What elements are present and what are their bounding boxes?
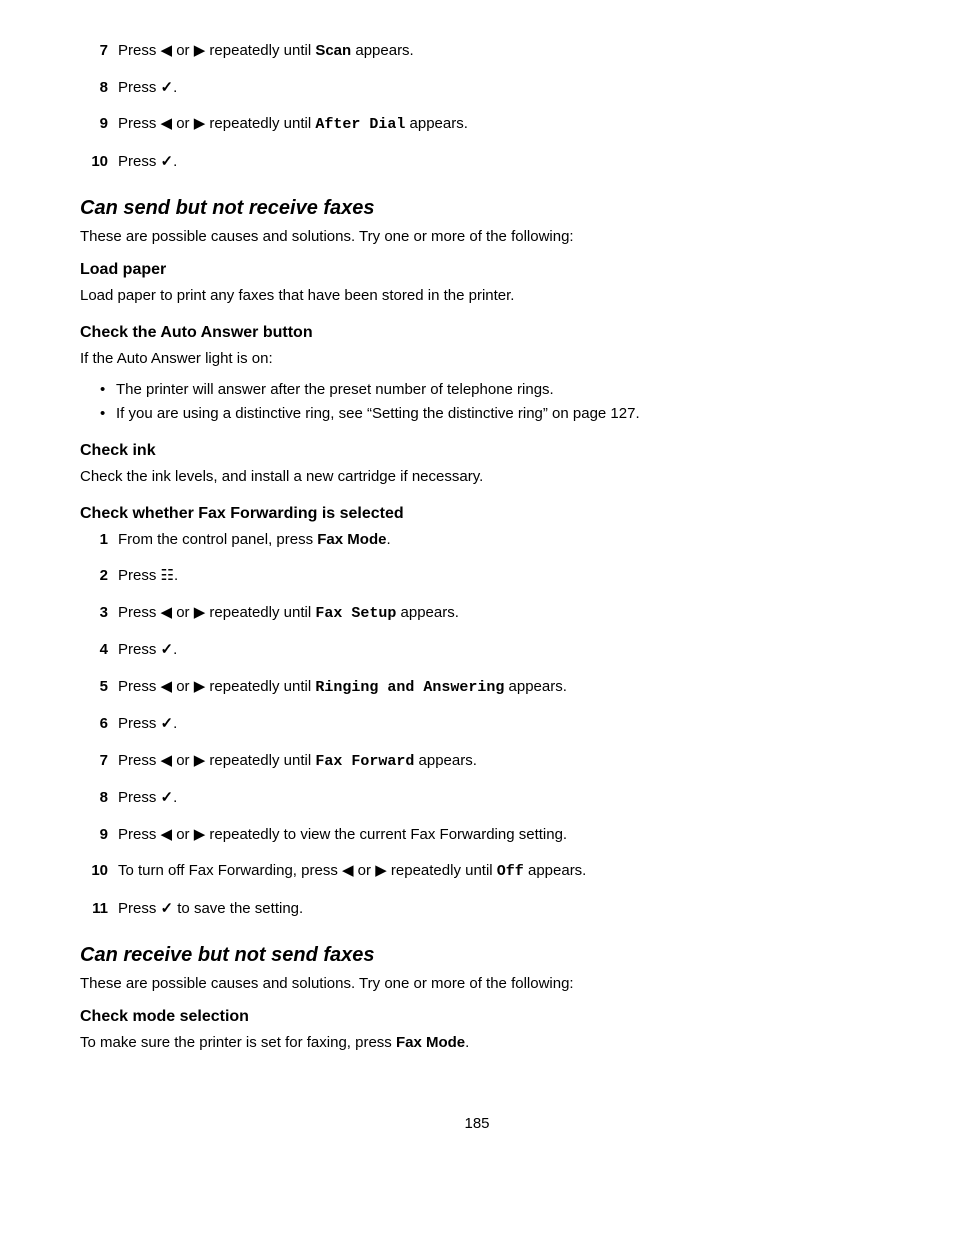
top-steps: 7 Press ◀ or ▶ repeatedly until Scan app… (80, 40, 874, 173)
subsection-check-ink-title: Check ink (80, 442, 874, 460)
ff-step-9: 9 Press ◀ or ▶ repeatedly to view the cu… (80, 824, 874, 847)
ff-step-text-6: Press ✓. (118, 713, 177, 736)
ff-step-text-5: Press ◀ or ▶ repeatedly until Ringing an… (118, 676, 567, 700)
step-num-7: 7 (80, 42, 108, 59)
step-7: 7 Press ◀ or ▶ repeatedly until Scan app… (80, 40, 874, 63)
ff-step-num-9: 9 (80, 826, 108, 843)
ff-step-num-2: 2 (80, 567, 108, 584)
subsection-load-paper-title: Load paper (80, 261, 874, 279)
fax-forward-steps: 1 From the control panel, press Fax Mode… (80, 529, 874, 921)
ff-step-8: 8 Press ✓. (80, 787, 874, 810)
subsection-auto-answer-title: Check the Auto Answer button (80, 324, 874, 342)
ff-step-text-4: Press ✓. (118, 639, 177, 662)
step-text-8: Press ✓. (118, 77, 177, 100)
section2-intro: These are possible causes and solutions.… (80, 975, 874, 992)
subsection-fax-forward-title: Check whether Fax Forwarding is selected (80, 505, 874, 523)
ff-step-num-7: 7 (80, 752, 108, 769)
ff-step-num-10: 10 (80, 862, 108, 879)
ff-step-text-10: To turn off Fax Forwarding, press ◀ or ▶… (118, 860, 586, 884)
ff-step-num-4: 4 (80, 641, 108, 658)
step-9: 9 Press ◀ or ▶ repeatedly until After Di… (80, 113, 874, 137)
ff-step-num-6: 6 (80, 715, 108, 732)
ff-step-num-5: 5 (80, 678, 108, 695)
step-text-7: Press ◀ or ▶ repeatedly until Scan appea… (118, 40, 414, 63)
step-num-8: 8 (80, 79, 108, 96)
section-cant-receive: Can send but not receive faxes These are… (80, 197, 874, 920)
step-10: 10 Press ✓. (80, 151, 874, 174)
section1-intro: These are possible causes and solutions.… (80, 228, 874, 245)
step-text-9: Press ◀ or ▶ repeatedly until After Dial… (118, 113, 468, 137)
ff-step-text-8: Press ✓. (118, 787, 177, 810)
ff-step-text-2: Press ☷. (118, 565, 178, 588)
bullet-1: The printer will answer after the preset… (100, 378, 874, 402)
page-number: 185 (464, 1115, 489, 1132)
ff-step-6: 6 Press ✓. (80, 713, 874, 736)
section1-title: Can send but not receive faxes (80, 197, 874, 220)
ff-step-text-7: Press ◀ or ▶ repeatedly until Fax Forwar… (118, 750, 477, 774)
ff-step-num-3: 3 (80, 604, 108, 621)
section-cant-send: Can receive but not send faxes These are… (80, 944, 874, 1055)
step-num-10: 10 (80, 153, 108, 170)
ff-step-3: 3 Press ◀ or ▶ repeatedly until Fax Setu… (80, 602, 874, 626)
ff-step-5: 5 Press ◀ or ▶ repeatedly until Ringing … (80, 676, 874, 700)
step-text-10: Press ✓. (118, 151, 177, 174)
ff-step-1: 1 From the control panel, press Fax Mode… (80, 529, 874, 552)
ff-step-num-8: 8 (80, 789, 108, 806)
ff-step-text-11: Press ✓ to save the setting. (118, 898, 303, 921)
page-footer: 185 (80, 1115, 874, 1132)
ff-step-text-9: Press ◀ or ▶ repeatedly to view the curr… (118, 824, 567, 847)
section2-title: Can receive but not send faxes (80, 944, 874, 967)
ff-step-7: 7 Press ◀ or ▶ repeatedly until Fax Forw… (80, 750, 874, 774)
auto-answer-bullets: The printer will answer after the preset… (100, 378, 874, 426)
ff-step-text-1: From the control panel, press Fax Mode. (118, 529, 391, 552)
bullet-2: If you are using a distinctive ring, see… (100, 402, 874, 426)
subsection-check-ink-body: Check the ink levels, and install a new … (80, 466, 874, 489)
subsection-check-mode-title: Check mode selection (80, 1008, 874, 1026)
ff-step-num-11: 11 (80, 900, 108, 917)
ff-step-2: 2 Press ☷. (80, 565, 874, 588)
ff-step-num-1: 1 (80, 531, 108, 548)
subsection-check-mode-body: To make sure the printer is set for faxi… (80, 1032, 874, 1055)
ff-step-11: 11 Press ✓ to save the setting. (80, 898, 874, 921)
ff-step-4: 4 Press ✓. (80, 639, 874, 662)
step-num-9: 9 (80, 115, 108, 132)
ff-step-text-3: Press ◀ or ▶ repeatedly until Fax Setup … (118, 602, 459, 626)
subsection-load-paper-body: Load paper to print any faxes that have … (80, 285, 874, 308)
subsection-auto-answer-intro: If the Auto Answer light is on: (80, 348, 874, 371)
step-8: 8 Press ✓. (80, 77, 874, 100)
ff-step-10: 10 To turn off Fax Forwarding, press ◀ o… (80, 860, 874, 884)
